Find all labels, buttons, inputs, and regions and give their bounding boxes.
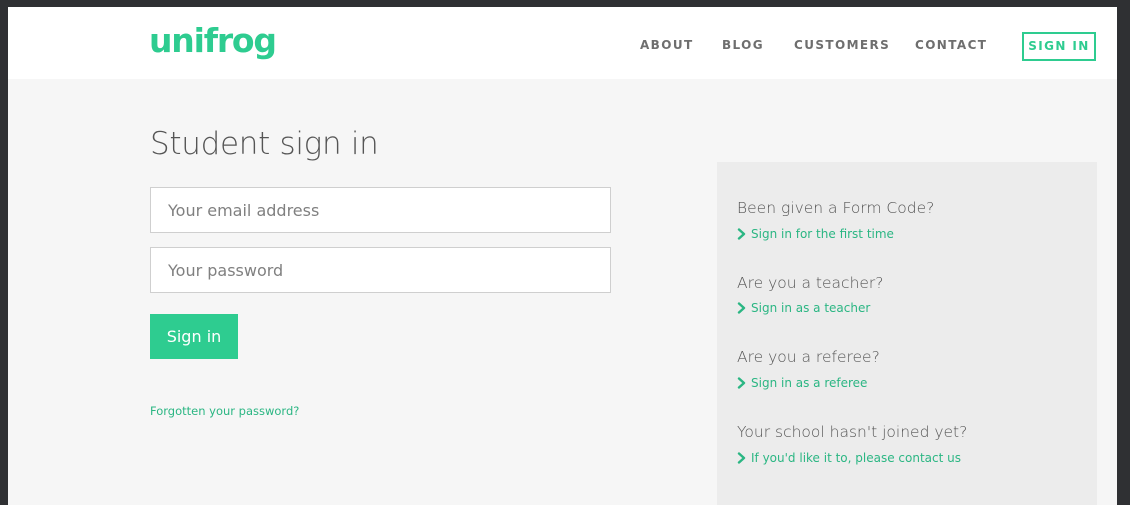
chevron-right-icon (737, 302, 746, 314)
contact-us-label: If you'd like it to, please contact us (751, 451, 961, 465)
teacher-sign-in-link[interactable]: Sign in as a teacher (737, 301, 870, 315)
alternative-sign-in-panel: Been given a Form Code? Sign in for the … (717, 162, 1097, 505)
referee-sign-in-label: Sign in as a referee (751, 376, 868, 390)
main-nav: ABOUT BLOG CUSTOMERS CONTACT (8, 37, 1117, 57)
nav-customers-link[interactable]: CUSTOMERS (794, 38, 890, 52)
form-code-question: Been given a Form Code? (737, 199, 935, 217)
top-navigation-bar: unifrog ABOUT BLOG CUSTOMERS CONTACT SIG… (8, 7, 1117, 79)
teacher-question: Are you a teacher? (737, 274, 884, 292)
password-field[interactable] (150, 247, 611, 293)
referee-question: Are you a referee? (737, 348, 880, 366)
first-time-sign-in-label: Sign in for the first time (751, 227, 894, 241)
contact-us-link[interactable]: If you'd like it to, please contact us (737, 451, 961, 465)
page: unifrog ABOUT BLOG CUSTOMERS CONTACT SIG… (8, 7, 1117, 505)
forgot-password-link[interactable]: Forgotten your password? (150, 404, 299, 418)
chevron-right-icon (737, 377, 746, 389)
page-title: Student sign in (150, 126, 379, 162)
sign-in-submit-button[interactable]: Sign in (150, 314, 238, 359)
school-not-joined-question: Your school hasn't joined yet? (737, 423, 968, 441)
email-field[interactable] (150, 187, 611, 233)
nav-contact-link[interactable]: CONTACT (915, 38, 987, 52)
header-sign-in-button[interactable]: SIGN IN (1022, 32, 1096, 61)
referee-sign-in-link[interactable]: Sign in as a referee (737, 376, 867, 390)
chevron-right-icon (737, 452, 746, 464)
teacher-sign-in-label: Sign in as a teacher (751, 301, 871, 315)
first-time-sign-in-link[interactable]: Sign in for the first time (737, 227, 894, 241)
nav-blog-link[interactable]: BLOG (722, 38, 764, 52)
nav-about-link[interactable]: ABOUT (640, 38, 694, 52)
chevron-right-icon (737, 228, 746, 240)
